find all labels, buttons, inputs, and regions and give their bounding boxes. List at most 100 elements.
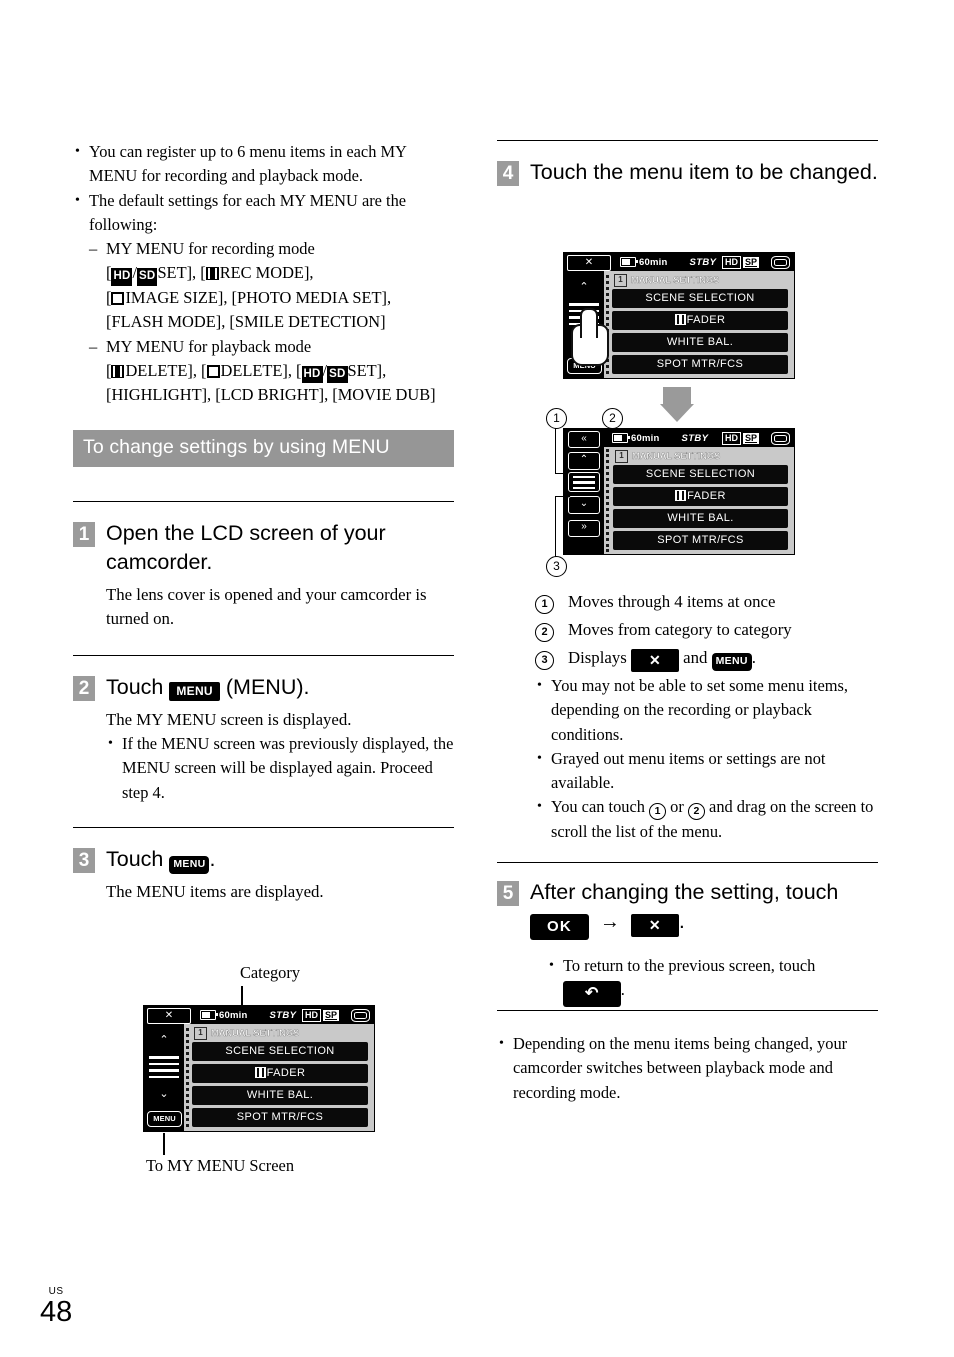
callout-1-leader-h <box>555 473 568 475</box>
category-leader-line <box>241 986 243 1007</box>
step-1-body: The lens cover is opened and your camcor… <box>106 583 454 632</box>
menu-item-spot-mtr-fcs[interactable]: SPOT MTR/FCS <box>192 1108 368 1127</box>
photo-icon <box>111 291 125 305</box>
page-up-button[interactable]: « <box>568 431 600 448</box>
close-icon[interactable]: ✕ <box>147 1008 191 1024</box>
drag-grip-icon-3[interactable] <box>568 472 600 492</box>
divider-r3 <box>497 1010 878 1011</box>
category-row-3: 1 MANUAL SETTINGS <box>613 449 788 463</box>
lcd-scrollbar[interactable] <box>184 1024 192 1131</box>
set-token: SET <box>157 263 187 283</box>
step-5-bullets: To return to the previous screen, touch … <box>497 954 878 1008</box>
step-5-bullet-1: To return to the previous screen, touch … <box>547 954 878 1008</box>
lcd-scrollbar-3[interactable] <box>604 447 613 554</box>
menu-item-white-bal-3[interactable]: WHITE BAL. <box>613 509 788 528</box>
sd-icon-2: SD <box>327 365 348 384</box>
drag-grip-icon[interactable] <box>149 1056 179 1078</box>
lcd-scroll-rail: ⌃ ⌄ MENU <box>144 1024 184 1131</box>
step-1-title: Open the LCD screen of your camcorder. <box>106 520 386 574</box>
sub-item-playback: MY MENU for playback mode [DELETE], [DEL… <box>89 335 454 408</box>
close-icon-2[interactable]: ✕ <box>567 255 611 271</box>
scroll-up-icon[interactable]: ⌃ <box>150 1032 178 1048</box>
remaining-time-2: 60min <box>639 256 668 268</box>
film-icon-2 <box>111 364 125 378</box>
right-column: 4 Touch the menu item to be changed. <box>497 140 878 187</box>
right-note-3-prefix: You can touch <box>551 797 645 817</box>
touch-hand-icon <box>571 308 609 366</box>
lcd-menu-list: 1 MANUAL SETTINGS SCENE SELECTION FADER … <box>192 1024 374 1131</box>
legend-3-before: Displays <box>568 648 627 667</box>
default-settings-sublist: MY MENU for recording mode [HD/SDSET], [… <box>89 237 454 407</box>
menu-item-scene-selection[interactable]: SCENE SELECTION <box>192 1042 368 1061</box>
arrow-glyph: → <box>599 911 620 933</box>
step-3-title-before: Touch <box>106 847 164 872</box>
delete-token-2: DELETE <box>220 360 283 380</box>
step-2-title-after: (MENU). <box>225 674 310 699</box>
quality-hd-icon: HD <box>301 1008 321 1022</box>
step-2: 2 Touch MENU (MENU). <box>73 673 454 702</box>
to-my-menu-caption: To MY MENU Screen <box>146 1156 295 1175</box>
category-index-3: 1 <box>615 449 628 463</box>
callout-3: 3 <box>546 556 567 577</box>
menu-item-fader-3[interactable]: FADER <box>613 487 788 506</box>
manual-page: You can register up to 6 menu items in e… <box>0 0 954 1357</box>
step-5-title-before: After changing the setting, touch <box>530 880 839 904</box>
menu-item-spot-mtr-fcs-3[interactable]: SPOT MTR/FCS <box>613 531 788 550</box>
divider-r2 <box>497 862 878 863</box>
lcd-screen-menu: ✕ 60min STBY HD SP ⌃ ⌄ MENU 1 MANUAL SET… <box>143 1005 375 1132</box>
lcd-menu-list-2: 1 MANUAL SETTINGS SCENE SELECTION FADER … <box>612 271 794 378</box>
right-legend-block: 1 Moves through 4 items at once 2 Moves … <box>497 588 878 845</box>
scroll-up-icon-2[interactable]: ⌃ <box>570 279 598 295</box>
step-2-title-before: Touch <box>106 674 164 699</box>
intro-bullet-2-text: The default settings for each MY MENU ar… <box>89 190 407 234</box>
category-index: 1 <box>194 1026 207 1040</box>
battery-icon <box>200 1010 218 1020</box>
menu-item-fader-2[interactable]: FADER <box>612 311 788 330</box>
step-1-body-text: The lens cover is opened and your camcor… <box>106 584 427 629</box>
menu-item-spot-mtr-fcs-2[interactable]: SPOT MTR/FCS <box>612 355 788 374</box>
right-note-1: You may not be able to set some menu ite… <box>535 674 878 747</box>
step-2-badge: 2 <box>73 675 95 701</box>
category-row-2: 1 MANUAL SETTINGS <box>612 273 788 287</box>
bottom-note: Depending on the menu items being change… <box>497 1032 878 1105</box>
step-2-bullet-1: If the MENU screen was previously displa… <box>106 732 454 805</box>
step-1-badge: 1 <box>73 521 95 547</box>
menu-item-fader-label-3: FADER <box>687 490 726 502</box>
step-5-badge: 5 <box>497 881 519 906</box>
legend-row-2: 2 Moves from category to category <box>497 616 878 644</box>
page-down-button[interactable]: » <box>568 520 600 537</box>
step-1: 1 Open the LCD screen of your camcorder. <box>73 519 454 577</box>
hd-icon-2: HD <box>301 365 323 384</box>
intro-bullet-list: You can register up to 6 menu items in e… <box>73 140 454 408</box>
right-note-2: Grayed out menu items or settings are no… <box>535 747 878 796</box>
scroll-down-icon[interactable]: ⌄ <box>150 1086 178 1102</box>
photo-icon-2 <box>206 364 220 378</box>
inline-callout-1: 1 <box>649 803 667 821</box>
resolution-indicator: SP <box>322 1009 339 1021</box>
menu-item-white-bal[interactable]: WHITE BAL. <box>192 1086 368 1105</box>
scroll-down-button-3[interactable]: ⌄ <box>568 496 600 514</box>
quality-hd-icon-3: HD <box>721 431 741 445</box>
legend-row-1: 1 Moves through 4 items at once <box>497 588 878 616</box>
set-token-2: SET <box>347 360 377 380</box>
memory-card-icon <box>351 1008 370 1022</box>
remaining-time: 60min <box>219 1009 248 1021</box>
battery-icon-3 <box>612 433 630 443</box>
ok-button-icon: OK <box>530 914 589 940</box>
lcd-status-line: 60min STBY HD SP <box>200 1008 370 1022</box>
menu-item-scene-selection-3[interactable]: SCENE SELECTION <box>613 465 788 484</box>
menu-item-scene-selection-2[interactable]: SCENE SELECTION <box>612 289 788 308</box>
scroll-up-button-3[interactable]: ⌃ <box>568 452 600 470</box>
inline-callout-2: 2 <box>687 803 705 821</box>
menu-item-white-bal-2[interactable]: WHITE BAL. <box>612 333 788 352</box>
menu-item-fader[interactable]: FADER <box>192 1064 368 1083</box>
right-note-3-or: or <box>670 797 684 817</box>
smile-detection-token: SMILE DETECTION <box>234 312 381 332</box>
step-5-bullet-after: . <box>620 980 625 1000</box>
my-menu-leader-line <box>163 1133 165 1155</box>
step-3-title-after: . <box>209 847 216 872</box>
divider-r1 <box>497 140 878 141</box>
cmenu-button-icon-2: MENU <box>711 653 752 671</box>
my-menu-button[interactable]: MENU <box>147 1111 182 1127</box>
sd-icon: SD <box>137 268 158 286</box>
